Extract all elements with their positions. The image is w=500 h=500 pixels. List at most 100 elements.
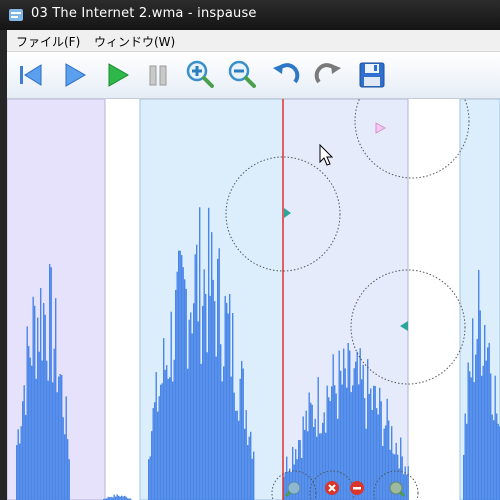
waveform-bar <box>236 410 238 500</box>
waveform-bar <box>308 392 310 500</box>
waveform-bar <box>22 401 24 500</box>
waveform-bar <box>314 418 316 500</box>
waveform-bar <box>253 451 255 500</box>
waveform-canvas[interactable] <box>7 99 500 500</box>
play-green-button[interactable] <box>100 58 134 92</box>
skip-to-start-button[interactable] <box>13 58 47 92</box>
waveform-bar <box>227 313 229 500</box>
waveform-bar <box>244 428 246 500</box>
waveform-bar <box>349 350 351 500</box>
waveform-bar <box>346 387 348 500</box>
waveform-bar <box>31 365 33 500</box>
waveform-bar <box>161 383 163 500</box>
waveform-bar <box>307 431 309 500</box>
menu-window[interactable]: ウィンドウ(W) <box>94 33 175 50</box>
waveform-bar <box>491 414 493 500</box>
waveform-bar <box>212 279 214 500</box>
waveform-bar <box>29 357 31 500</box>
waveform-bar <box>113 494 115 500</box>
pause-button[interactable] <box>141 58 175 92</box>
waveform-bar <box>316 436 318 500</box>
waveform-bar <box>371 410 373 500</box>
waveform-bar <box>238 420 240 500</box>
waveform-bar <box>235 410 237 500</box>
waveform-bar <box>485 360 487 500</box>
waveform-bar <box>344 368 346 500</box>
waveform-bar <box>155 372 157 500</box>
waveform-bar <box>311 404 313 500</box>
waveform-bar <box>320 433 322 500</box>
waveform-bar <box>247 445 249 500</box>
waveform-bar <box>217 258 219 500</box>
waveform-bar <box>407 466 409 500</box>
waveform-bar <box>365 428 367 500</box>
waveform-bar <box>464 413 466 500</box>
waveform-bar <box>226 302 228 500</box>
waveform-bar <box>406 474 408 500</box>
menu-file[interactable]: ファイル(F) <box>16 33 80 50</box>
waveform-bar <box>169 377 171 500</box>
redo-button[interactable] <box>311 58 345 92</box>
undo-button[interactable] <box>269 58 303 92</box>
waveform-bar <box>481 375 483 500</box>
waveform-bar <box>173 359 175 500</box>
waveform-bar <box>476 338 478 500</box>
window-frame <box>0 30 7 500</box>
waveform-bar <box>284 472 286 500</box>
waveform-bar <box>239 378 241 500</box>
play-button[interactable] <box>57 58 91 92</box>
waveform-bar <box>487 347 489 500</box>
waveform-bar <box>224 295 226 500</box>
waveform-bar <box>473 382 475 500</box>
zoom-in-button[interactable] <box>183 58 217 92</box>
waveform-bar <box>251 458 253 500</box>
waveform-bar <box>322 422 324 500</box>
waveform-bar <box>233 392 235 500</box>
waveform-bar <box>343 348 345 500</box>
waveform-bar <box>218 248 220 500</box>
save-icon <box>359 62 385 88</box>
waveform-bar <box>196 244 198 500</box>
zoom-out-icon <box>228 60 256 88</box>
waveform-bar <box>472 318 474 500</box>
remove-icon[interactable] <box>350 481 364 495</box>
waveform-bar <box>383 428 385 500</box>
waveform-bar <box>319 433 321 500</box>
waveform-bar <box>230 376 232 500</box>
waveform-bar <box>359 348 361 500</box>
waveform-bar <box>19 443 21 500</box>
waveform-bar <box>356 351 358 500</box>
waveform-bar <box>184 279 186 500</box>
waveform-bar <box>154 402 156 500</box>
waveform-bar <box>26 326 28 500</box>
waveform-bar <box>67 439 69 500</box>
waveform-bar <box>25 415 27 500</box>
waveform-bar <box>56 392 58 500</box>
waveform-bar <box>202 305 204 500</box>
waveform-bar <box>377 414 379 500</box>
waveform-bar <box>209 295 211 500</box>
waveform-bar <box>332 354 334 500</box>
waveform-bar <box>248 436 250 500</box>
waveform-bar <box>170 311 172 500</box>
save-button[interactable] <box>355 58 389 92</box>
delete-icon[interactable] <box>325 481 339 495</box>
waveform-bar <box>43 303 45 500</box>
waveform-bar <box>355 361 357 500</box>
waveform-bar <box>497 423 499 500</box>
waveform-bar <box>470 377 472 500</box>
waveform-bar <box>182 267 184 500</box>
zoom-out-button[interactable] <box>225 58 259 92</box>
waveform-bar <box>214 301 216 500</box>
waveform-bar <box>40 288 42 500</box>
waveform-bar <box>211 232 213 500</box>
waveform-bar <box>245 410 247 500</box>
waveform-view[interactable] <box>7 99 500 500</box>
waveform-bar <box>379 387 381 500</box>
waveform-bar <box>124 495 126 500</box>
waveform-bar <box>386 398 388 500</box>
waveform-bar <box>353 368 355 500</box>
waveform-bar <box>178 250 180 500</box>
waveform-bar <box>166 365 168 500</box>
waveform-bar <box>301 458 303 500</box>
